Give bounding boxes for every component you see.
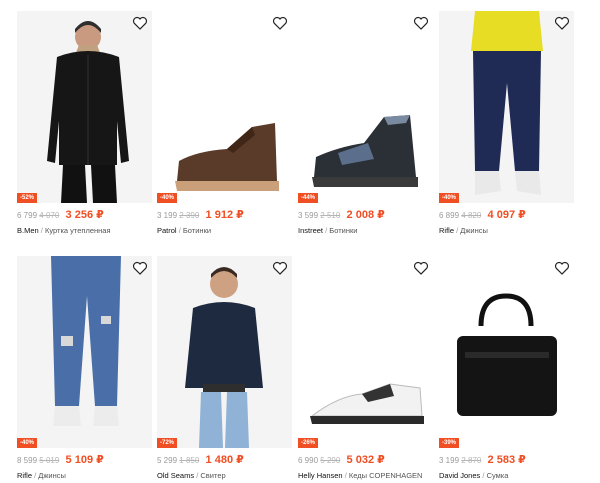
- product-image[interactable]: -40%: [17, 256, 152, 448]
- sale-price: 4 097 ₽: [487, 209, 526, 221]
- brown-boot-image: [175, 123, 279, 191]
- discount-badge: -72%: [157, 438, 178, 448]
- discount-badge: -26%: [298, 438, 319, 448]
- sale-price: 2 583 ₽: [487, 454, 526, 466]
- category-name: Свитер: [200, 471, 226, 480]
- previous-price: 4 070: [39, 211, 60, 220]
- favorite-heart-icon[interactable]: [554, 15, 570, 31]
- discount-badge: -39%: [439, 438, 460, 448]
- discount-badge: -40%: [157, 193, 178, 203]
- original-price: 3 599: [298, 211, 319, 220]
- product-image[interactable]: -72%: [157, 256, 292, 448]
- category-name: Ботинки: [182, 226, 212, 235]
- sweater-model-image: [185, 267, 263, 448]
- favorite-heart-icon[interactable]: [132, 15, 148, 31]
- product-image[interactable]: -40%: [439, 11, 574, 203]
- separator: /: [325, 226, 328, 235]
- sale-price: 5 109 ₽: [65, 454, 104, 466]
- brand-name: Rifle: [439, 226, 455, 235]
- sport-boot-image: [312, 115, 418, 187]
- product-title[interactable]: B.Men / Куртка утепленная: [17, 226, 152, 236]
- sale-price: 2 008 ₽: [346, 209, 385, 221]
- separator: /: [196, 471, 199, 480]
- price-row: 5 299 1 850 1 480 ₽: [157, 454, 292, 467]
- separator: /: [178, 226, 181, 235]
- favorite-heart-icon[interactable]: [413, 260, 429, 276]
- price-row: 3 199 2 390 1 912 ₽: [157, 209, 292, 222]
- previous-price: 2 870: [461, 456, 482, 465]
- original-price: 6 799: [17, 211, 38, 220]
- product-title[interactable]: David Jones / Сумка: [439, 471, 574, 481]
- sale-price: 1 480 ₽: [205, 454, 244, 466]
- discount-badge: -52%: [17, 193, 38, 203]
- sale-price: 1 912 ₽: [205, 209, 244, 221]
- price-row: 6 899 4 820 4 097 ₽: [439, 209, 574, 222]
- product-image[interactable]: -26%: [298, 256, 433, 448]
- brand-name: Rifle: [17, 471, 33, 480]
- sale-price: 3 256 ₽: [65, 209, 104, 221]
- price-row: 3 599 2 510 2 008 ₽: [298, 209, 433, 222]
- jeans-model-image: [471, 11, 543, 195]
- black-bag-image: [457, 293, 557, 416]
- brand-name: Helly Hansen: [298, 471, 343, 480]
- category-name: Джинсы: [38, 471, 66, 480]
- original-price: 6 899: [439, 211, 460, 220]
- original-price: 5 299: [157, 456, 178, 465]
- ripped-jeans-image: [51, 256, 121, 426]
- favorite-heart-icon[interactable]: [272, 15, 288, 31]
- discount-badge: -44%: [298, 193, 319, 203]
- category-name: Джинсы: [460, 226, 488, 235]
- previous-price: 4 820: [461, 211, 482, 220]
- category-name: Ботинки: [329, 226, 358, 235]
- previous-price: 2 390: [179, 211, 200, 220]
- separator: /: [482, 471, 485, 480]
- brand-name: Instreet: [298, 226, 324, 235]
- product-image[interactable]: -44%: [298, 11, 433, 203]
- favorite-heart-icon[interactable]: [272, 260, 288, 276]
- separator: /: [40, 226, 43, 235]
- brand-name: David Jones: [439, 471, 481, 480]
- brand-name: Patrol: [157, 226, 177, 235]
- product-title[interactable]: Rifle / Джинсы: [17, 471, 152, 481]
- price-row: 3 199 2 870 2 583 ₽: [439, 454, 574, 467]
- category-name: Куртка утепленная: [44, 226, 111, 235]
- sale-price: 5 032 ₽: [346, 454, 385, 466]
- product-title[interactable]: Old Seams / Свитер: [157, 471, 292, 481]
- product-title[interactable]: Patrol / Ботинки: [157, 226, 292, 236]
- product-title[interactable]: Rifle / Джинсы: [439, 226, 574, 236]
- brand-name: B.Men: [17, 226, 39, 235]
- original-price: 8 599: [17, 456, 38, 465]
- original-price: 6 990: [298, 456, 319, 465]
- favorite-heart-icon[interactable]: [132, 260, 148, 276]
- original-price: 3 199: [157, 211, 178, 220]
- previous-price: 1 850: [179, 456, 200, 465]
- previous-price: 5 019: [39, 456, 60, 465]
- previous-price: 2 510: [320, 211, 341, 220]
- product-image[interactable]: -52%: [17, 11, 152, 203]
- white-sneaker-image: [310, 383, 424, 424]
- separator: /: [344, 471, 347, 480]
- price-row: 8 599 5 019 5 109 ₽: [17, 454, 152, 467]
- category-name: Сумка: [486, 471, 509, 480]
- product-grid: -52% 6 799 4 070 3 256 ₽ B.Men / Куртка …: [0, 0, 600, 483]
- product-image[interactable]: -40%: [157, 11, 292, 203]
- original-price: 3 199: [439, 456, 460, 465]
- product-title[interactable]: Instreet / Ботинки: [298, 226, 433, 236]
- price-row: 6 799 4 070 3 256 ₽: [17, 209, 152, 222]
- jacket-model-image: [47, 21, 129, 203]
- product-title[interactable]: Helly Hansen / Кеды COPENHAGEN LEATHER S…: [298, 471, 433, 483]
- separator: /: [456, 226, 459, 235]
- separator: /: [34, 471, 37, 480]
- price-row: 6 990 5 290 5 032 ₽: [298, 454, 433, 467]
- brand-name: Old Seams: [157, 471, 195, 480]
- product-image[interactable]: -39%: [439, 256, 574, 448]
- discount-badge: -40%: [17, 438, 38, 448]
- discount-badge: -40%: [439, 193, 460, 203]
- favorite-heart-icon[interactable]: [554, 260, 570, 276]
- favorite-heart-icon[interactable]: [413, 15, 429, 31]
- previous-price: 5 290: [320, 456, 341, 465]
